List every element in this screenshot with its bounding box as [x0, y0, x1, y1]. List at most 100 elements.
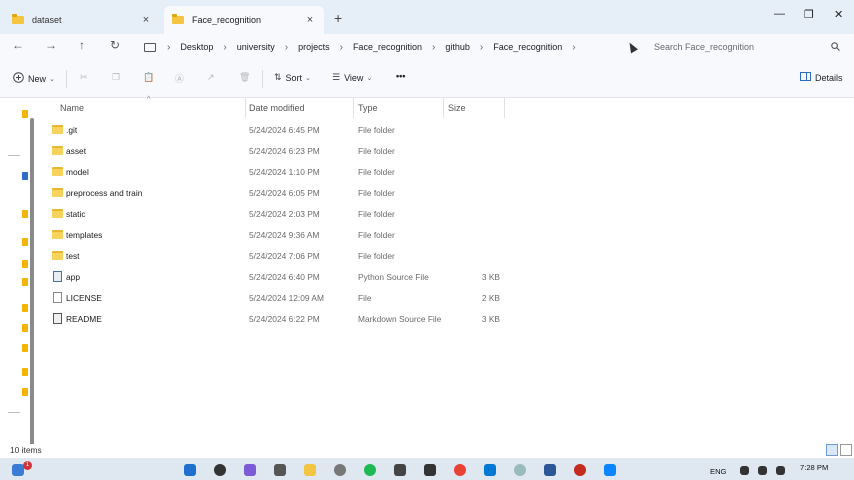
- folder-icon: [22, 368, 28, 376]
- close-window-button[interactable]: ✕: [834, 8, 843, 21]
- file-type: File folder: [358, 188, 395, 198]
- tab-dataset[interactable]: dataset ×: [4, 6, 160, 34]
- file-explorer-icon[interactable]: [304, 464, 316, 476]
- start-icon[interactable]: [184, 464, 196, 476]
- chevron-right-icon[interactable]: ›: [429, 42, 438, 53]
- sort-button[interactable]: ⇅ Sort ⌄: [274, 72, 311, 83]
- table-row[interactable]: .git 5/24/2024 6:45 PM File folder: [40, 120, 510, 141]
- up-arrow-icon[interactable]: ↑: [74, 38, 90, 52]
- folder-icon: [22, 344, 28, 352]
- column-divider[interactable]: [504, 98, 505, 118]
- column-header-name[interactable]: Name: [60, 98, 84, 118]
- file-date: 5/24/2024 1:10 PM: [249, 167, 320, 177]
- file-date: 5/24/2024 6:22 PM: [249, 314, 320, 324]
- app-icon[interactable]: [604, 464, 616, 476]
- breadcrumb-current[interactable]: Face_recognition: [486, 42, 569, 52]
- minimize-button[interactable]: —: [774, 8, 785, 20]
- back-arrow-icon[interactable]: ←: [10, 38, 26, 52]
- app-icon[interactable]: [394, 464, 406, 476]
- breadcrumb-github[interactable]: github: [438, 42, 477, 52]
- navigation-pane[interactable]: [0, 98, 36, 448]
- app-icon[interactable]: [514, 464, 526, 476]
- folder-icon: [22, 388, 28, 396]
- close-tab-icon[interactable]: ×: [140, 14, 152, 26]
- table-row[interactable]: model 5/24/2024 1:10 PM File folder: [40, 162, 510, 183]
- breadcrumb-face-recognition[interactable]: Face_recognition: [346, 42, 429, 52]
- divider: [8, 412, 20, 413]
- app-icon[interactable]: [334, 464, 346, 476]
- table-row[interactable]: asset 5/24/2024 6:23 PM File folder: [40, 141, 510, 162]
- share-icon[interactable]: ↗: [207, 72, 215, 83]
- table-row[interactable]: preprocess and train 5/24/2024 6:05 PM F…: [40, 183, 510, 204]
- table-row[interactable]: app 5/24/2024 6:40 PM Python Source File…: [40, 267, 510, 288]
- column-divider[interactable]: [353, 98, 354, 118]
- app-icon[interactable]: [544, 464, 556, 476]
- record-icon[interactable]: [574, 464, 586, 476]
- new-button[interactable]: New ⌄: [13, 72, 55, 85]
- folder-icon: [52, 146, 63, 155]
- rename-icon[interactable]: Ⓐ: [175, 72, 184, 85]
- copy-icon[interactable]: ❐: [112, 72, 120, 83]
- details-view-icon[interactable]: [826, 444, 838, 456]
- file-name: .git: [66, 125, 78, 135]
- new-tab-button[interactable]: +: [334, 10, 342, 26]
- close-tab-icon[interactable]: ×: [304, 14, 316, 26]
- column-header-date[interactable]: Date modified: [249, 98, 305, 118]
- view-button[interactable]: ☰ View ⌄: [332, 72, 372, 83]
- search-placeholder: Search Face_recognition: [654, 42, 755, 52]
- terminal-icon[interactable]: [424, 464, 436, 476]
- cut-icon[interactable]: ✂: [80, 72, 88, 83]
- file-type: File folder: [358, 230, 395, 240]
- scrollbar[interactable]: [30, 118, 34, 448]
- battery-icon[interactable]: [776, 466, 785, 475]
- file-type: File folder: [358, 146, 395, 156]
- breadcrumb-desktop[interactable]: Desktop: [173, 42, 220, 52]
- column-divider[interactable]: [245, 98, 246, 118]
- chevron-right-icon[interactable]: ›: [569, 42, 578, 53]
- column-header-size[interactable]: Size: [448, 98, 466, 118]
- column-header-type[interactable]: Type: [358, 98, 378, 118]
- file-icon: [53, 292, 62, 303]
- chevron-right-icon[interactable]: ›: [220, 42, 229, 53]
- clock[interactable]: 7:28 PM: [800, 463, 828, 472]
- search-input[interactable]: Search Face_recognition: [646, 36, 848, 58]
- volume-icon[interactable]: [758, 466, 767, 475]
- language-indicator[interactable]: ENG: [710, 467, 726, 476]
- paste-icon[interactable]: 📋: [143, 72, 154, 83]
- file-name: templates: [66, 230, 103, 240]
- folder-icon: [52, 251, 63, 260]
- delete-icon[interactable]: 🗑: [239, 72, 250, 83]
- chevron-right-icon[interactable]: ›: [164, 42, 173, 53]
- vscode-icon[interactable]: [484, 464, 496, 476]
- refresh-icon[interactable]: ↻: [107, 38, 123, 52]
- folder-icon: [172, 14, 184, 26]
- chevron-right-icon[interactable]: ›: [477, 42, 486, 53]
- task-view-icon[interactable]: [274, 464, 286, 476]
- chevron-right-icon[interactable]: ›: [337, 42, 346, 53]
- table-row[interactable]: static 5/24/2024 2:03 PM File folder: [40, 204, 510, 225]
- tab-face-recognition[interactable]: Face_recognition ×: [164, 6, 324, 34]
- details-button[interactable]: Details: [800, 72, 843, 83]
- chevron-right-icon[interactable]: ›: [282, 42, 291, 53]
- breadcrumb[interactable]: › Desktop › university › projects › Face_re…: [138, 36, 642, 58]
- file-size: 3 KB: [481, 314, 500, 324]
- file-type: File folder: [358, 125, 395, 135]
- wifi-icon[interactable]: [740, 466, 749, 475]
- table-row[interactable]: templates 5/24/2024 9:36 AM File folder: [40, 225, 510, 246]
- table-row[interactable]: LICENSE 5/24/2024 12:09 AM File 2 KB: [40, 288, 510, 309]
- chrome-icon[interactable]: [454, 464, 466, 476]
- table-row[interactable]: README 5/24/2024 6:22 PM Markdown Source…: [40, 309, 510, 330]
- table-row[interactable]: test 5/24/2024 7:06 PM File folder: [40, 246, 510, 267]
- chevron-down-icon: ⌄: [366, 74, 373, 82]
- forward-arrow-icon[interactable]: →: [43, 38, 59, 52]
- restore-button[interactable]: ❐: [804, 8, 814, 21]
- spotify-icon[interactable]: [364, 464, 376, 476]
- copilot-icon[interactable]: [244, 464, 256, 476]
- more-options-button[interactable]: •••: [396, 71, 405, 81]
- breadcrumb-university[interactable]: university: [230, 42, 282, 52]
- tiles-view-icon[interactable]: [840, 444, 852, 456]
- search-taskbar-icon[interactable]: [214, 464, 226, 476]
- file-name: model: [66, 167, 89, 177]
- breadcrumb-projects[interactable]: projects: [291, 42, 337, 52]
- column-divider[interactable]: [443, 98, 444, 118]
